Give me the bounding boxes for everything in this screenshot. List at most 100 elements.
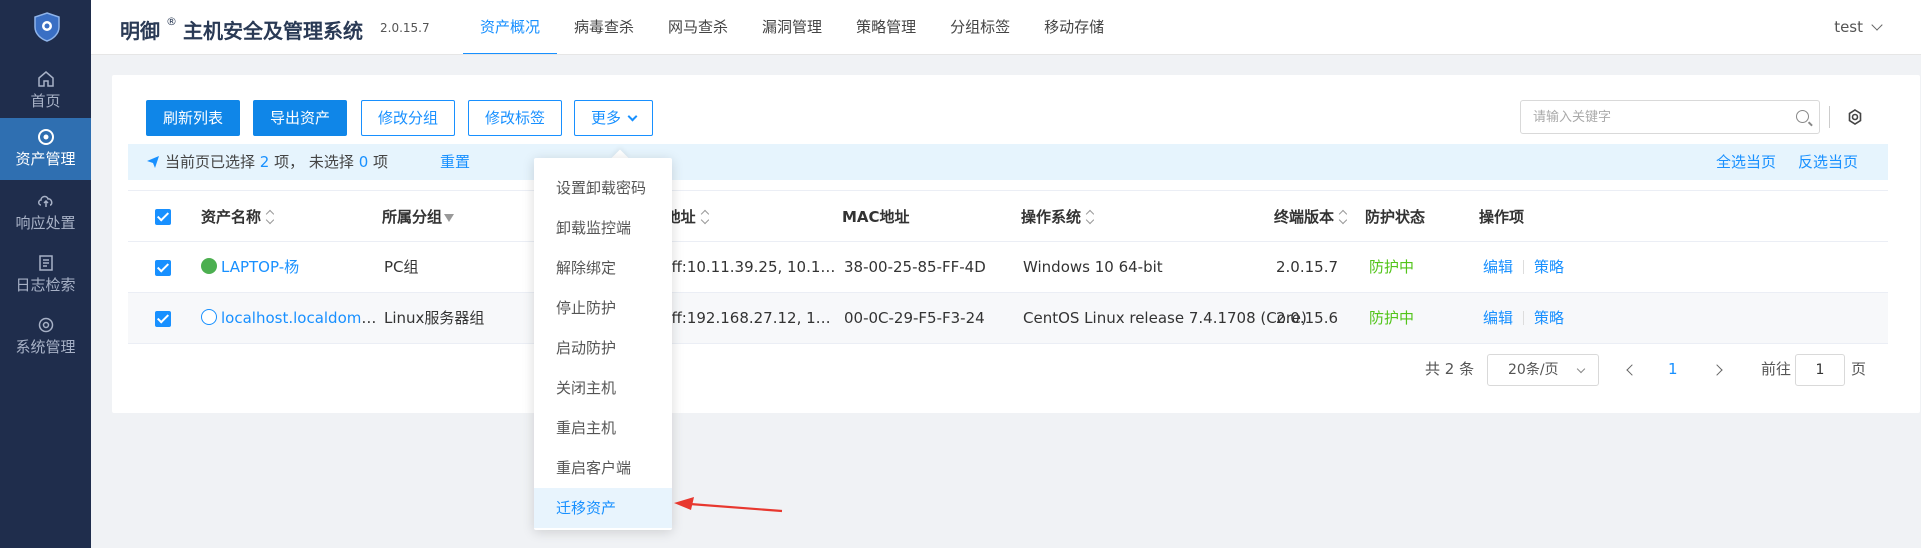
os-cell: CentOS Linux release 7.4.1708 (Core)	[1023, 309, 1307, 327]
row-checkbox[interactable]	[155, 311, 171, 327]
search-icon[interactable]	[1796, 110, 1809, 123]
menu-item-unbind[interactable]: 解除绑定	[534, 248, 672, 288]
menu-item-migrate-asset[interactable]: 迁移资产	[534, 488, 672, 528]
os-cell: Windows 10 64-bit	[1023, 258, 1163, 276]
top-header: 明御 ® 主机安全及管理系统 2.0.15.7 资产概况 病毒查杀 网马查杀 漏洞管…	[91, 0, 1921, 55]
action-divider	[1523, 311, 1525, 325]
actions-cell: 编辑 策略	[1483, 242, 1564, 292]
asset-name-link[interactable]: LAPTOP-杨	[221, 258, 299, 276]
sort-icon	[701, 210, 709, 224]
sidebar-item-assets[interactable]: 资产管理	[0, 118, 91, 180]
actions-cell: 编辑 策略	[1483, 293, 1564, 343]
sidebar-item-logs[interactable]: 日志检索	[0, 244, 91, 306]
col-header-os[interactable]: 操作系统	[1021, 191, 1094, 241]
sidebar-item-home[interactable]: 首页	[0, 60, 91, 122]
menu-item-start-protection[interactable]: 启动防护	[534, 328, 672, 368]
edit-tag-button[interactable]: 修改标签	[468, 100, 563, 136]
status-badge: 防护中	[1369, 258, 1415, 276]
main-tabs: 资产概况 病毒查杀 网马查杀 漏洞管理 策略管理 分组标签 移动存储	[463, 0, 1121, 55]
edit-link[interactable]: 编辑	[1483, 309, 1513, 327]
sort-icon	[1339, 210, 1347, 224]
sidebar-item-label: 系统管理	[15, 338, 76, 356]
selection-summary: 当前页已选择 2 项， 未选择 0 项	[165, 153, 389, 171]
row-checkbox[interactable]	[155, 260, 171, 276]
more-dropdown-menu: 设置卸载密码 卸载监控端 解除绑定 停止防护 启动防护 关闭主机 重启主机 重启…	[534, 158, 672, 530]
search-input[interactable]	[1521, 101, 1781, 133]
selection-info-bar: 当前页已选择 2 项， 未选择 0 项 重置 全选当页 反选当页	[128, 144, 1888, 180]
asset-name-cell[interactable]: localhost.localdomain	[201, 293, 381, 343]
status-badge: 防护中	[1369, 309, 1415, 327]
tab-virus-scan[interactable]: 病毒查杀	[557, 0, 651, 55]
goto-page-input[interactable]	[1795, 354, 1845, 386]
col-header-asset-name[interactable]: 资产名称	[201, 191, 274, 241]
invert-selection-link[interactable]: 反选当页	[1798, 144, 1858, 180]
sidebar-item-response[interactable]: 响应处置	[0, 182, 91, 244]
tab-divider	[463, 54, 1226, 55]
reset-selection-link[interactable]: 重置	[440, 144, 470, 180]
menu-item-restart-client[interactable]: 重启客户端	[534, 448, 672, 488]
sort-icon	[266, 210, 274, 224]
refresh-list-button[interactable]: 刷新列表	[146, 100, 241, 136]
page-number-current[interactable]: 1	[1668, 352, 1678, 386]
asset-name-cell[interactable]: LAPTOP-杨	[201, 242, 376, 292]
search-box	[1520, 100, 1820, 134]
ip-cell: ::ffff:192.168.27.12, 192.168.…	[651, 309, 839, 327]
asset-name-link[interactable]: localhost.localdomain	[221, 309, 381, 327]
user-menu[interactable]: test	[1834, 18, 1883, 36]
asset-icon	[37, 129, 54, 145]
tab-webshell-scan[interactable]: 网马查杀	[651, 0, 745, 55]
sort-icon	[1086, 210, 1094, 224]
policy-link[interactable]: 策略	[1534, 258, 1564, 276]
total-count: 共 2 条	[1425, 360, 1475, 378]
menu-item-stop-protection[interactable]: 停止防护	[534, 288, 672, 328]
col-header-group[interactable]: 所属分组	[382, 191, 455, 241]
username: test	[1834, 18, 1863, 36]
menu-item-set-uninstall-password[interactable]: 设置卸载密码	[534, 168, 672, 208]
chevron-down-icon	[627, 111, 638, 122]
gear-icon[interactable]	[1847, 109, 1863, 125]
app-title: 明御 ® 主机安全及管理系统	[120, 15, 363, 43]
sidebar-item-label: 首页	[30, 92, 61, 110]
toolbar-divider	[1829, 106, 1830, 128]
version-cell: 2.0.15.6	[1276, 309, 1339, 327]
policy-link[interactable]: 策略	[1534, 309, 1564, 327]
edit-link[interactable]: 编辑	[1483, 258, 1513, 276]
menu-item-restart-host[interactable]: 重启主机	[534, 408, 672, 448]
chevron-down-icon	[1576, 364, 1586, 374]
tab-group-tags[interactable]: 分组标签	[933, 0, 1027, 55]
windows-icon	[201, 258, 217, 274]
page-size-value: 20条/页	[1508, 362, 1559, 378]
table-header-row: 资产名称 所属分组 IP地址 MAC地址 操作系统 终端版本 防护状态 操作项	[128, 190, 1888, 242]
chevron-down-icon	[1871, 19, 1883, 31]
table-row: localhost.localdomain Linux服务器组 ::ffff:1…	[128, 293, 1888, 344]
tab-policy[interactable]: 策略管理	[839, 0, 933, 55]
app-version: 2.0.15.7	[380, 21, 430, 35]
tab-asset-overview[interactable]: 资产概况	[463, 0, 558, 55]
select-all-page-link[interactable]: 全选当页	[1716, 144, 1776, 180]
col-header-version[interactable]: 终端版本	[1274, 191, 1347, 241]
send-icon	[147, 156, 159, 168]
ip-cell: ::ffff:10.11.39.25, 10.11.39.25	[651, 258, 839, 276]
response-icon	[37, 195, 52, 207]
sidebar-item-system[interactable]: 系统管理	[0, 306, 91, 368]
table-row: LAPTOP-杨 PC组 ::ffff:10.11.39.25, 10.11. 3…	[128, 242, 1888, 293]
more-button[interactable]: 更多	[574, 100, 654, 136]
filter-icon	[444, 214, 455, 222]
col-header-mac: MAC地址	[842, 208, 910, 226]
linux-icon	[201, 309, 217, 325]
select-all-checkbox[interactable]	[155, 209, 171, 225]
tab-removable-storage[interactable]: 移动存储	[1027, 0, 1121, 55]
group-cell: Linux服务器组	[384, 309, 485, 327]
tab-vulnerability[interactable]: 漏洞管理	[745, 0, 839, 55]
page-size-select[interactable]: 20条/页	[1487, 354, 1599, 386]
home-icon	[37, 71, 54, 87]
sidebar-item-label: 资产管理	[15, 150, 76, 168]
log-icon	[38, 255, 53, 271]
export-assets-button[interactable]: 导出资产	[253, 100, 348, 136]
menu-item-uninstall-agent[interactable]: 卸载监控端	[534, 208, 672, 248]
edit-group-button[interactable]: 修改分组	[361, 100, 456, 136]
col-header-actions: 操作项	[1479, 208, 1525, 226]
menu-item-shutdown-host[interactable]: 关闭主机	[534, 368, 672, 408]
mac-cell: 00-0C-29-F5-F3-24	[844, 309, 985, 327]
settings-icon	[38, 317, 53, 333]
